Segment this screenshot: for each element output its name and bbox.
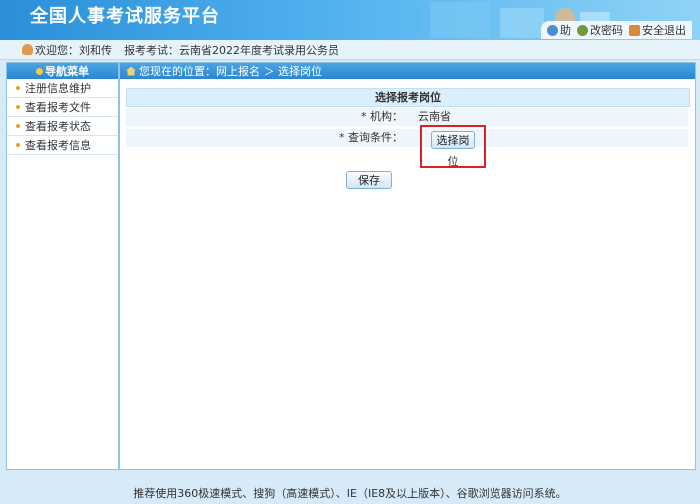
- org-value: 云南省: [418, 110, 451, 123]
- org-label: * 机构：: [361, 110, 403, 123]
- sidebar-item-label: 注册信息维护: [25, 82, 91, 95]
- org-row: * 机构： 云南省: [126, 108, 688, 126]
- query-label: * 查询条件：: [339, 131, 403, 144]
- form-title: 选择报考岗位: [126, 88, 690, 107]
- welcome-bar: 欢迎您：刘和传 报考考试：云南省2022年度考试录用公务员: [0, 40, 700, 60]
- site-title: 全国人事考试服务平台: [30, 6, 220, 27]
- breadcrumb: 您现在的位置：网上报名 ＞ 选择岗位: [120, 63, 695, 79]
- nav-title: 导航菜单: [45, 65, 89, 78]
- sidebar-item-exam-info[interactable]: 查看报考信息: [7, 136, 118, 155]
- sidebar-item-label: 查看报考信息: [25, 139, 91, 152]
- sidebar-item-exam-files[interactable]: 查看报考文件: [7, 98, 118, 117]
- sidebar-item-registration[interactable]: 注册信息维护: [7, 79, 118, 98]
- welcome-text: 欢迎您：刘和传: [35, 43, 112, 57]
- exam-text: 报考考试：云南省2022年度考试录用公务员: [124, 43, 339, 57]
- sidebar: 导航菜单 注册信息维护 查看报考文件 查看报考状态 查看报考信息: [6, 62, 119, 470]
- logout-link[interactable]: 安全退出: [629, 22, 686, 38]
- help-label: 助: [560, 24, 571, 37]
- sidebar-item-label: 查看报考文件: [25, 101, 91, 114]
- query-row: * 查询条件：: [126, 129, 688, 147]
- menu-icon: [36, 67, 43, 75]
- sidebar-item-exam-status[interactable]: 查看报考状态: [7, 117, 118, 136]
- change-password-link[interactable]: 改密码: [577, 22, 623, 38]
- save-button[interactable]: 保存: [346, 171, 392, 189]
- main-panel: 您现在的位置：网上报名 ＞ 选择岗位 选择报考岗位 * 机构： 云南省 * 查询…: [119, 62, 696, 470]
- home-icon: [126, 66, 136, 76]
- change-password-label: 改密码: [590, 24, 623, 37]
- user-icon: [22, 44, 33, 55]
- footer-text: 推荐使用360极速模式、搜狗（高速模式）、IE（IE8及以上版本）、谷歌浏览器访…: [133, 487, 567, 500]
- help-icon: [547, 24, 558, 36]
- exit-icon: [629, 24, 640, 36]
- header: 全国人事考试服务平台 助 改密码 安全退出: [0, 0, 700, 40]
- logout-label: 安全退出: [642, 24, 686, 37]
- sidebar-item-label: 查看报考状态: [25, 120, 91, 133]
- header-links: 助 改密码 安全退出: [541, 21, 692, 39]
- help-link[interactable]: 助: [547, 22, 571, 38]
- key-icon: [577, 24, 588, 36]
- highlight-box: [420, 125, 486, 168]
- nav-header: 导航菜单: [7, 63, 118, 79]
- breadcrumb-text: 您现在的位置：网上报名 ＞ 选择岗位: [139, 65, 322, 78]
